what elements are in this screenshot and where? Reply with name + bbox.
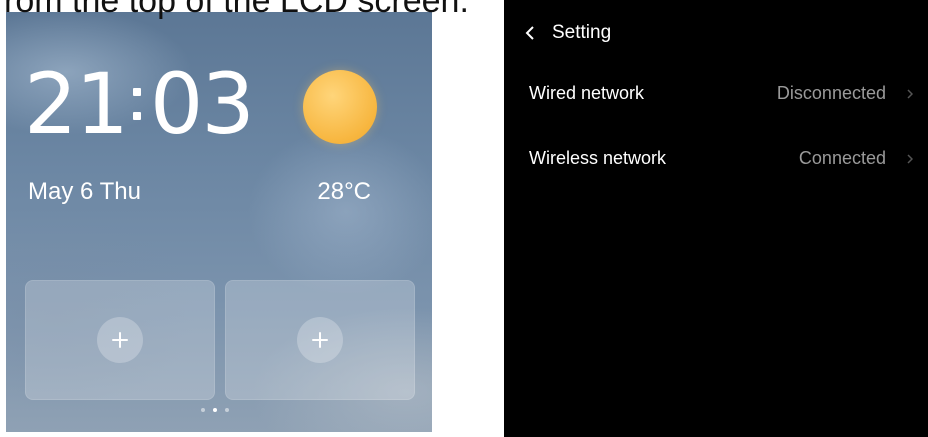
- clock-hours: 21: [24, 55, 129, 153]
- caption-text: rom the top of the LCD screen.: [4, 0, 469, 20]
- page: rom the top of the LCD screen. 21 03 May…: [0, 0, 928, 437]
- chevron-right-icon: [907, 154, 913, 164]
- sun-icon: [303, 70, 377, 144]
- settings-screen: Setting Wired network Disconnected Wirel…: [504, 0, 928, 437]
- settings-row-wired-network[interactable]: Wired network Disconnected: [504, 76, 928, 112]
- clock: 21 03: [24, 54, 255, 154]
- row-status: Disconnected: [776, 83, 886, 103]
- settings-header: Setting: [524, 18, 611, 48]
- date-label: May 6 Thu: [28, 178, 141, 205]
- plus-icon[interactable]: [297, 317, 343, 363]
- page-dot: [225, 408, 229, 412]
- clock-minutes: 03: [149, 55, 255, 153]
- clock-colon: [132, 88, 141, 120]
- plus-icon[interactable]: [97, 317, 143, 363]
- chevron-left-icon[interactable]: [524, 25, 536, 41]
- home-screen: 21 03 May 6 Thu 28°C: [6, 12, 432, 432]
- chevron-right-icon: [907, 89, 913, 99]
- row-label: Wireless network: [529, 148, 667, 168]
- shortcut-card-1[interactable]: [25, 280, 215, 400]
- row-status: Connected: [798, 148, 886, 168]
- page-indicator: [201, 408, 229, 412]
- settings-title: Setting: [552, 22, 612, 43]
- shortcut-card-2[interactable]: [225, 280, 415, 400]
- page-dot: [201, 408, 205, 412]
- row-label: Wired network: [529, 83, 645, 103]
- temperature-label: 28°C: [317, 178, 371, 205]
- settings-row-wireless-network[interactable]: Wireless network Connected: [504, 141, 928, 177]
- page-dot-active: [213, 408, 217, 412]
